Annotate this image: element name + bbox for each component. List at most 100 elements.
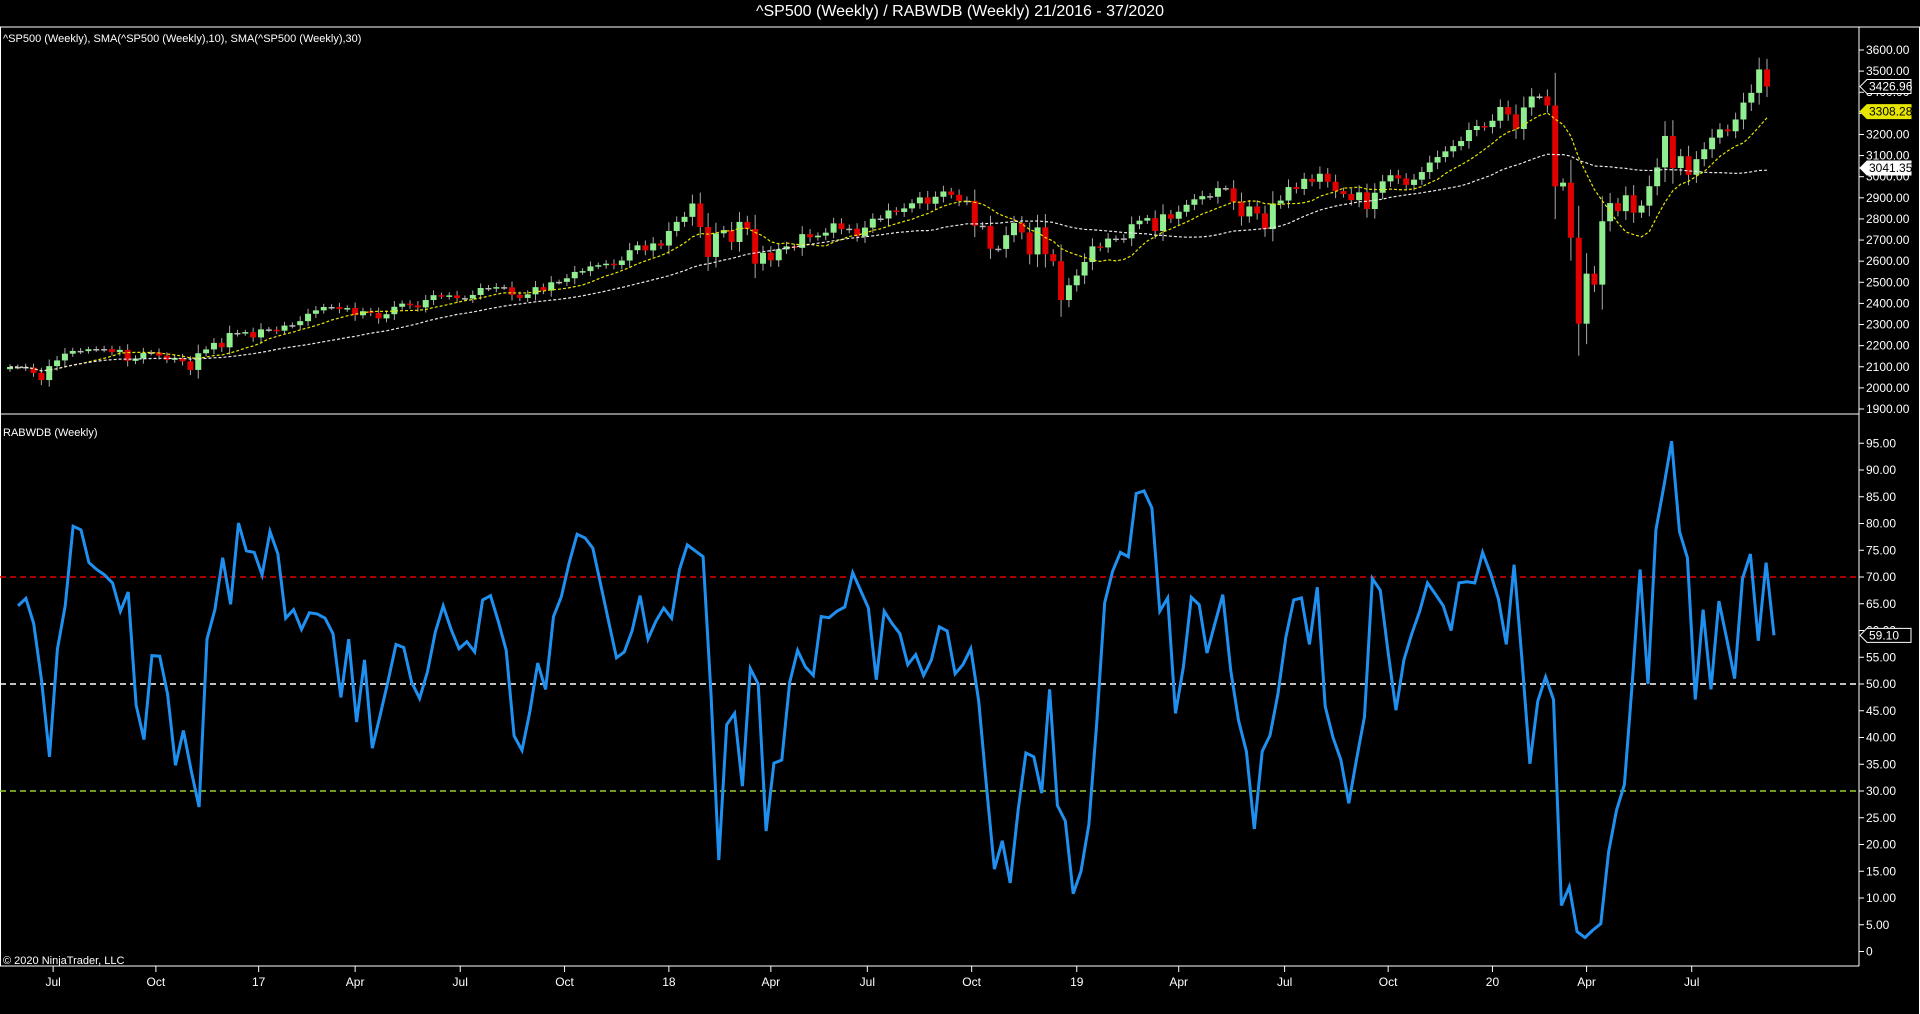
candle-body bbox=[46, 366, 53, 381]
indicator-tick-label: 85.00 bbox=[1866, 490, 1896, 504]
candle bbox=[1465, 122, 1472, 149]
candle-body bbox=[407, 303, 414, 306]
candle bbox=[563, 274, 570, 287]
candle-body bbox=[163, 355, 170, 360]
candle bbox=[250, 327, 257, 342]
candle-body bbox=[987, 225, 994, 249]
indicator-tick-label: 90.00 bbox=[1866, 463, 1896, 477]
candle-body bbox=[665, 230, 672, 246]
candle bbox=[1050, 249, 1057, 267]
candle-body bbox=[509, 287, 515, 295]
candle-body bbox=[297, 321, 304, 326]
candle bbox=[1724, 124, 1731, 137]
candle-body bbox=[501, 287, 508, 289]
date-tick-label: 19 bbox=[1070, 975, 1084, 989]
candle bbox=[665, 222, 672, 255]
candle-body bbox=[1356, 192, 1363, 201]
candle bbox=[893, 207, 900, 216]
date-tick-label: Oct bbox=[147, 975, 166, 989]
candle-body bbox=[422, 300, 429, 308]
candle-body bbox=[610, 263, 617, 266]
candle bbox=[234, 329, 241, 337]
date-tick-label: Jul bbox=[1277, 975, 1292, 989]
candle-body bbox=[454, 295, 461, 299]
candle-body bbox=[1128, 224, 1135, 239]
candle bbox=[1238, 192, 1245, 226]
candle-body bbox=[1677, 156, 1684, 169]
price-marker-last: 3426.96 bbox=[1859, 79, 1913, 95]
chart-canvas[interactable]: ^SP500 (Weekly), SMA(^SP500 (Weekly),10)… bbox=[0, 0, 1920, 1014]
candle-body bbox=[469, 294, 476, 299]
candle bbox=[446, 292, 453, 300]
candle-body bbox=[1756, 69, 1763, 93]
candle bbox=[85, 346, 92, 354]
candle bbox=[1011, 215, 1017, 243]
candle bbox=[344, 305, 351, 312]
candle bbox=[634, 241, 641, 255]
candle-body bbox=[1167, 214, 1174, 219]
candle-body bbox=[1528, 96, 1535, 108]
candle bbox=[30, 363, 37, 377]
price-panel-legend: ^SP500 (Weekly), SMA(^SP500 (Weekly),10)… bbox=[3, 33, 361, 45]
candle-body bbox=[1097, 246, 1104, 248]
candle bbox=[69, 347, 76, 357]
candle-body bbox=[61, 353, 68, 361]
candle bbox=[1560, 178, 1567, 191]
indicator-levels bbox=[0, 576, 1859, 792]
candle-body bbox=[438, 295, 445, 297]
candle-body bbox=[1450, 146, 1457, 152]
candle-body bbox=[93, 349, 100, 351]
candle-body bbox=[1065, 285, 1072, 301]
candle bbox=[1230, 180, 1237, 210]
candle-body bbox=[312, 310, 319, 314]
candle bbox=[744, 215, 751, 236]
date-tick-label: 20 bbox=[1486, 975, 1500, 989]
candle-body bbox=[1379, 181, 1386, 193]
date-tick-label: Jul bbox=[860, 975, 875, 989]
price-marker-last-label: 3426.96 bbox=[1869, 80, 1913, 94]
candle-body bbox=[1105, 238, 1112, 248]
candle-body bbox=[289, 325, 296, 327]
candle-body bbox=[1583, 273, 1590, 324]
candle bbox=[203, 346, 210, 357]
candle bbox=[469, 290, 476, 304]
candle bbox=[1112, 235, 1119, 243]
indicator-tick-label: 20.00 bbox=[1866, 838, 1896, 852]
candle-body bbox=[344, 308, 351, 310]
candle bbox=[1018, 216, 1025, 240]
candle bbox=[1607, 192, 1614, 232]
candle bbox=[407, 300, 414, 309]
candle bbox=[861, 220, 868, 243]
indicator-y-axis[interactable]: 0 5.00 10.00 15.00 20.00 25.00 30.00 35.00 40.00… bbox=[1859, 436, 1896, 959]
candle bbox=[258, 323, 264, 344]
candle-body bbox=[328, 307, 335, 309]
date-x-axis[interactable]: Jul Oct 17 Apr Jul Oct 18 Apr Jul Oct 19 Apr Jul Oct 2… bbox=[45, 966, 1699, 989]
candle bbox=[297, 316, 304, 330]
copyright-label: © 2020 NinjaTrader, LLC bbox=[3, 955, 124, 967]
candle-body bbox=[250, 332, 257, 338]
candle-body bbox=[1693, 159, 1700, 175]
candle-body bbox=[69, 350, 76, 354]
candle-body bbox=[1481, 126, 1488, 128]
candle bbox=[352, 302, 359, 321]
candle-body bbox=[626, 250, 633, 261]
candle-body bbox=[1497, 107, 1504, 121]
candle bbox=[1630, 185, 1637, 223]
rabwdb-series bbox=[16, 440, 1776, 940]
candle-body bbox=[893, 210, 900, 212]
candle-body bbox=[689, 203, 696, 217]
candle-body bbox=[1207, 196, 1214, 198]
candle bbox=[548, 276, 555, 297]
date-tick-label: Jul bbox=[45, 975, 60, 989]
candle-body bbox=[1560, 182, 1567, 187]
indicator-tick-label: 10.00 bbox=[1866, 891, 1896, 905]
candle bbox=[1136, 215, 1143, 230]
price-y-axis[interactable]: 1900.00 2000.00 2100.00 2200.00 2300.00 2400.… bbox=[1859, 43, 1910, 416]
candle bbox=[1614, 197, 1621, 217]
date-tick-label: Oct bbox=[1379, 975, 1398, 989]
candle-body bbox=[77, 350, 84, 353]
candle bbox=[1669, 120, 1676, 184]
candle-body bbox=[1120, 238, 1127, 240]
price-tick-label: 3600.00 bbox=[1866, 43, 1910, 57]
candle-body bbox=[1614, 203, 1621, 212]
